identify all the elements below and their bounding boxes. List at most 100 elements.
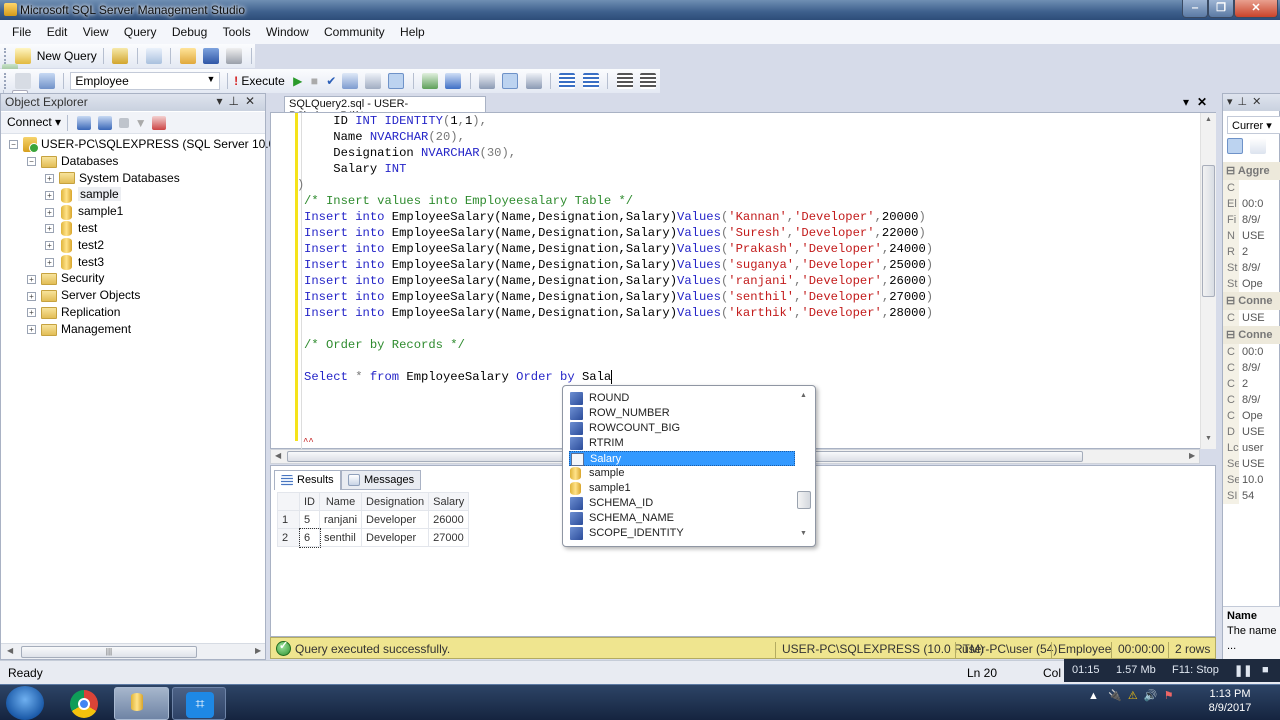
tree-node-db[interactable]: + test3: [45, 254, 104, 271]
change-connection-icon[interactable]: [38, 73, 55, 89]
result-cell-id[interactable]: 5: [299, 510, 320, 529]
completion-item[interactable]: ROW_NUMBER: [569, 406, 795, 421]
expand-icon[interactable]: +: [45, 257, 54, 267]
property-row[interactable]: SI 54: [1223, 488, 1280, 504]
filter-icon[interactable]: ▼: [135, 116, 147, 130]
scrollbar-thumb[interactable]: [797, 491, 811, 509]
toolbar-grip[interactable]: [4, 73, 7, 89]
expand-icon[interactable]: +: [45, 224, 54, 234]
menu-tools[interactable]: Tools: [217, 20, 257, 39]
panel-menu-icon[interactable]: ▾: [1227, 96, 1238, 108]
row-header[interactable]: 1: [277, 510, 300, 529]
power-icon[interactable]: 🔌: [1108, 690, 1122, 702]
property-row[interactable]: C 8/9/: [1223, 392, 1280, 408]
expand-icon[interactable]: +: [27, 274, 36, 284]
property-row[interactable]: Fi 8/9/: [1223, 212, 1280, 228]
column-header-name[interactable]: Name: [318, 492, 363, 511]
menu-window[interactable]: Window: [260, 20, 315, 39]
scroll-down-icon[interactable]: ▼: [1205, 435, 1212, 442]
close-tab-icon[interactable]: ✕: [1197, 95, 1215, 109]
result-cell-salary[interactable]: 26000: [428, 510, 470, 529]
scroll-up-icon[interactable]: ▲: [1205, 116, 1212, 123]
increase-indent-icon[interactable]: [639, 73, 656, 89]
property-category[interactable]: ⊟ Conne: [1223, 292, 1280, 310]
tree-node-db[interactable]: + test2: [45, 237, 104, 254]
scrollbar-thumb[interactable]: |||: [21, 646, 197, 658]
collapse-icon[interactable]: ⊟: [1226, 329, 1238, 341]
pin-icon[interactable]: ⊥: [1238, 96, 1253, 108]
completion-item[interactable]: RTRIM: [569, 436, 795, 451]
include-actual-plan-icon[interactable]: [422, 73, 439, 89]
taskbar-ssms[interactable]: [114, 687, 169, 720]
property-row[interactable]: C Ope: [1223, 408, 1280, 424]
column-header-salary[interactable]: Salary: [428, 492, 470, 511]
cancel-query-icon[interactable]: ■: [311, 74, 318, 88]
completion-item[interactable]: sample: [569, 466, 795, 481]
tab-sqlquery2[interactable]: SQLQuery2.sql - USER-PC\...\us...54))*: [284, 96, 486, 122]
scroll-down-icon[interactable]: ▼: [800, 530, 807, 537]
completion-item[interactable]: Salary: [569, 451, 795, 466]
completion-item[interactable]: ROUND: [569, 391, 795, 406]
comment-lines-icon[interactable]: [559, 73, 576, 89]
menu-community[interactable]: Community: [318, 20, 391, 39]
property-row[interactable]: Lc user: [1223, 440, 1280, 456]
tree-node-db[interactable]: + sample: [45, 186, 121, 203]
completion-item[interactable]: SCHEMA_ID: [569, 496, 795, 511]
parse-check-icon[interactable]: ✔: [326, 74, 336, 88]
editor-vertical-scrollbar[interactable]: ▲ ▼: [1200, 113, 1216, 449]
collapse-icon[interactable]: ⊟: [1226, 165, 1238, 177]
completion-item[interactable]: sample1: [569, 481, 795, 496]
property-row[interactable]: N USE: [1223, 228, 1280, 244]
print-icon[interactable]: [226, 48, 243, 64]
expand-icon[interactable]: +: [45, 190, 54, 200]
scroll-left-icon[interactable]: ◀: [275, 451, 281, 460]
collapse-icon[interactable]: −: [27, 157, 36, 167]
uncomment-lines-icon[interactable]: [582, 73, 599, 89]
results-to-text-icon[interactable]: [479, 73, 496, 89]
property-row[interactable]: C 00:0: [1223, 344, 1280, 360]
system-clock[interactable]: 1:13 PM 8/9/2017: [1200, 687, 1260, 715]
horizontal-scrollbar[interactable]: ◀ ||| ▶: [1, 643, 265, 659]
tree-node-db[interactable]: + sample1: [45, 203, 123, 220]
completion-item[interactable]: SCOPE_IDENTITY: [569, 526, 795, 541]
stop-icon[interactable]: ■: [1262, 664, 1269, 676]
property-category[interactable]: ⊟ Aggre: [1223, 162, 1280, 180]
tree-node-folder[interactable]: − Databases: [27, 153, 118, 170]
collapse-icon[interactable]: −: [9, 140, 18, 150]
stop-recording-button[interactable]: F11: Stop: [1172, 664, 1219, 676]
query-designer-icon[interactable]: [365, 73, 382, 89]
connect-icon[interactable]: [15, 73, 32, 89]
debug-play-icon[interactable]: ▶: [293, 74, 302, 88]
result-row[interactable]: 2 6 senthil Developer 27000: [277, 527, 470, 548]
result-cell-salary[interactable]: 27000: [428, 528, 470, 547]
property-row[interactable]: D USE: [1223, 424, 1280, 440]
open-folder-icon[interactable]: [179, 48, 196, 64]
property-row[interactable]: El 00:0: [1223, 196, 1280, 212]
execute-button[interactable]: ! Execute: [234, 73, 285, 88]
tree-node-server[interactable]: − USER-PC\SQLEXPRESS (SQL Server 10.0.160…: [9, 136, 313, 154]
pin-icon[interactable]: ⊥: [228, 94, 244, 108]
menu-query[interactable]: Query: [118, 20, 163, 39]
property-row[interactable]: St Ope: [1223, 276, 1280, 292]
close-panel-icon[interactable]: ✕: [245, 94, 261, 108]
taskbar-chrome[interactable]: [64, 687, 104, 720]
tree-node-folder[interactable]: + Security: [27, 270, 104, 287]
menu-view[interactable]: View: [77, 20, 115, 39]
stop-icon[interactable]: [119, 118, 130, 128]
connect-dropdown[interactable]: Connect ▾: [7, 115, 61, 129]
sort-alphabetical-icon[interactable]: [1250, 138, 1267, 154]
volume-icon[interactable]: 🔊: [1144, 690, 1158, 702]
tree-node-folder[interactable]: + Management: [27, 321, 131, 338]
property-category[interactable]: ⊟ Conne: [1223, 326, 1280, 344]
expand-icon[interactable]: +: [45, 241, 54, 251]
panel-menu-icon[interactable]: ▾: [216, 94, 228, 108]
show-hidden-icons[interactable]: ▲: [1088, 690, 1099, 702]
results-to-file-icon[interactable]: [525, 73, 542, 89]
database-engine-query-icon[interactable]: [112, 48, 129, 64]
toolbar-grip[interactable]: [4, 48, 7, 64]
result-cell-name[interactable]: senthil: [318, 528, 363, 547]
results-to-grid-icon[interactable]: [502, 73, 519, 89]
collapse-icon[interactable]: ⊟: [1226, 295, 1238, 307]
network-warning-icon[interactable]: ⚠: [1128, 690, 1138, 702]
scroll-up-icon[interactable]: ▲: [800, 392, 807, 399]
